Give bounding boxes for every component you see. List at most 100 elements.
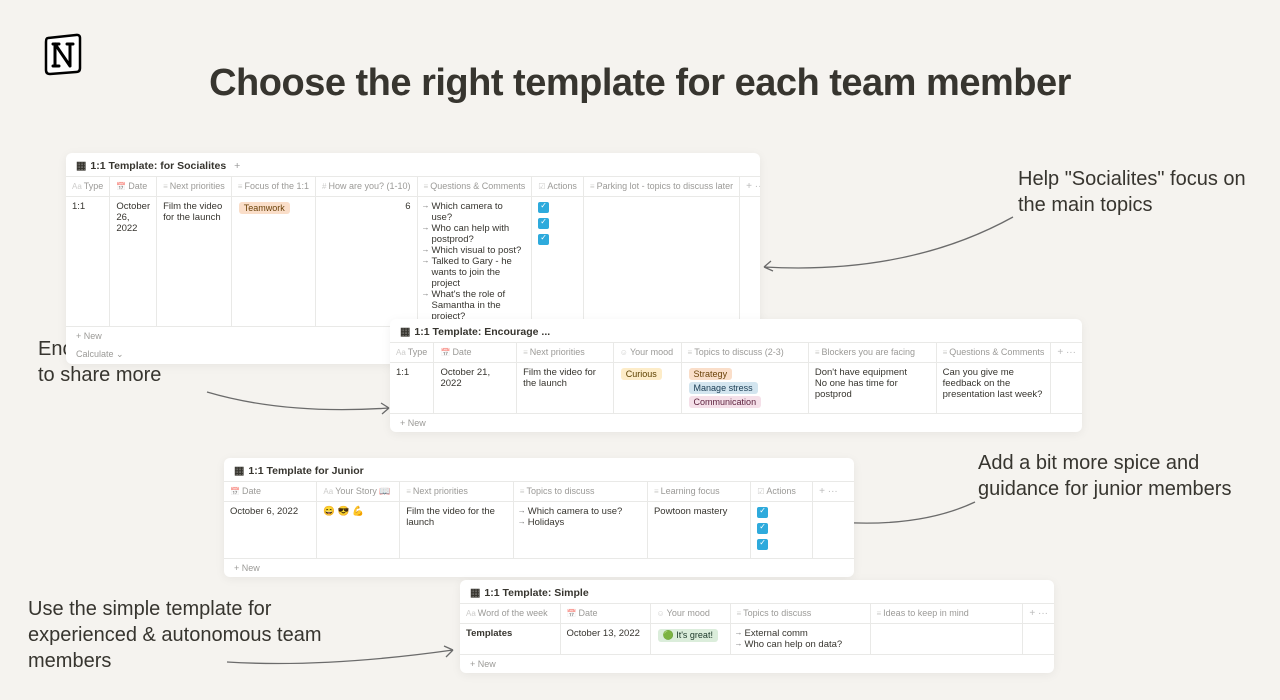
card-simple: ▦ 1:1 Template: Simple AaWord of the wee…	[460, 580, 1054, 673]
col-learning[interactable]: ≡Learning focus	[647, 482, 750, 502]
col-focus[interactable]: ≡Focus of the 1:1	[231, 177, 315, 197]
tag-communication: Communication	[689, 396, 762, 408]
card-title-text: 1:1 Template: Encourage ...	[414, 326, 550, 338]
arrow-reserved	[205, 390, 395, 420]
card-title-text: 1:1 Template: Simple	[484, 587, 588, 599]
cell-word[interactable]: Templates	[460, 624, 560, 655]
cell-date[interactable]: October 26, 2022	[110, 197, 157, 327]
cell-ideas[interactable]	[870, 624, 1023, 655]
page-title: Choose the right template for each team …	[0, 0, 1280, 105]
arrow-simple	[225, 640, 460, 670]
cell-priorities[interactable]: Film the video for the launch	[400, 502, 514, 559]
cell-type[interactable]: 1:1	[66, 197, 110, 327]
col-date[interactable]: 📅Date	[560, 604, 650, 624]
cell-story[interactable]: 😄 😎 💪	[317, 502, 400, 559]
add-view-icon[interactable]: +	[234, 160, 240, 172]
col-add[interactable]: + ···	[813, 482, 854, 502]
checkbox-icon[interactable]	[538, 234, 549, 245]
tag-great: 🟢 It's great!	[658, 629, 718, 642]
col-topics[interactable]: ≡Topics to discuss	[730, 604, 870, 624]
cell-focus[interactable]: Teamwork	[231, 197, 315, 327]
col-score[interactable]: #How are you? (1-10)	[316, 177, 418, 197]
col-add[interactable]: + ···	[1023, 604, 1054, 624]
table-icon: ▦	[470, 586, 480, 599]
card-title-text: 1:1 Template for Junior	[248, 465, 363, 477]
table-row[interactable]: Templates October 13, 2022 🟢 It's great!…	[460, 624, 1054, 655]
col-add[interactable]: + ···	[740, 177, 760, 197]
col-topics[interactable]: ≡Topics to discuss (2-3)	[681, 343, 808, 363]
checkbox-icon[interactable]	[757, 507, 768, 518]
socialites-table: AaType 📅Date ≡Next priorities ≡Focus of …	[66, 176, 760, 327]
cell-questions[interactable]: Which camera to use? Who can help with p…	[417, 197, 532, 327]
col-add[interactable]: + ···	[1051, 343, 1082, 363]
card-title-junior[interactable]: ▦ 1:1 Template for Junior	[224, 458, 854, 481]
cell-date[interactable]: October 6, 2022	[224, 502, 317, 559]
col-date[interactable]: 📅Date	[224, 482, 317, 502]
tag-curious: Curious	[621, 368, 662, 380]
notion-logo	[40, 30, 88, 78]
new-row-button[interactable]: + New	[390, 414, 1082, 432]
card-title-text: 1:1 Template: for Socialites	[90, 160, 226, 172]
cell-mood[interactable]: 🟢 It's great!	[650, 624, 730, 655]
card-title-socialites[interactable]: ▦ 1:1 Template: for Socialites +	[66, 153, 760, 176]
table-icon: ▦	[76, 159, 86, 172]
cell-score[interactable]: 6	[316, 197, 418, 327]
col-topics[interactable]: ≡Topics to discuss	[513, 482, 647, 502]
cell-topics[interactable]: Strategy Manage stress Communication	[681, 363, 808, 414]
cell-blockers[interactable]: Don't have equipment No one has time for…	[808, 363, 936, 414]
cell-mood[interactable]: Curious	[613, 363, 681, 414]
cell-feedback[interactable]: Can you give me feedback on the presenta…	[936, 363, 1051, 414]
junior-table: 📅Date AaYour Story 📖 ≡Next priorities ≡T…	[224, 481, 854, 559]
col-actions[interactable]: ☑Actions	[532, 177, 584, 197]
new-row-button[interactable]: + New	[460, 655, 1054, 673]
annotation-socialites: Help "Socialites" focus on the main topi…	[1018, 166, 1268, 218]
col-type[interactable]: AaType	[66, 177, 110, 197]
col-type[interactable]: AaType	[390, 343, 434, 363]
encourage-table: AaType 📅Date ≡Next priorities ☺Your mood…	[390, 342, 1082, 414]
col-ideas[interactable]: ≡Ideas to keep in mind	[870, 604, 1023, 624]
new-row-button[interactable]: + New	[224, 559, 854, 577]
checkbox-icon[interactable]	[538, 202, 549, 213]
col-word[interactable]: AaWord of the week	[460, 604, 560, 624]
checkbox-icon[interactable]	[538, 218, 549, 229]
cell-parking[interactable]	[583, 197, 739, 327]
col-priorities[interactable]: ≡Next priorities	[517, 343, 614, 363]
cell-topics[interactable]: Which camera to use? Holidays	[513, 502, 647, 559]
table-row[interactable]: 1:1 October 26, 2022 Film the video for …	[66, 197, 760, 327]
card-title-simple[interactable]: ▦ 1:1 Template: Simple	[460, 580, 1054, 603]
col-date[interactable]: 📅Date	[434, 343, 517, 363]
cell-type[interactable]: 1:1	[390, 363, 434, 414]
col-date[interactable]: 📅Date	[110, 177, 157, 197]
cell-date[interactable]: October 13, 2022	[560, 624, 650, 655]
table-icon: ▦	[234, 464, 244, 477]
cell-priorities[interactable]: Film the video for the launch	[157, 197, 232, 327]
checkbox-icon[interactable]	[757, 523, 768, 534]
col-blockers[interactable]: ≡Blockers you are facing	[808, 343, 936, 363]
tag-stress: Manage stress	[689, 382, 758, 394]
cell-priorities[interactable]: Film the video for the launch	[517, 363, 614, 414]
table-icon: ▦	[400, 325, 410, 338]
arrow-socialites	[758, 215, 1018, 295]
col-priorities[interactable]: ≡Next priorities	[157, 177, 232, 197]
col-mood[interactable]: ☺Your mood	[613, 343, 681, 363]
card-encourage: ▦ 1:1 Template: Encourage ... AaType 📅Da…	[390, 319, 1082, 432]
col-parking[interactable]: ≡Parking lot - topics to discuss later	[583, 177, 739, 197]
table-row[interactable]: 1:1 October 21, 2022 Film the video for …	[390, 363, 1082, 414]
cell-actions[interactable]	[751, 502, 813, 559]
card-title-encourage[interactable]: ▦ 1:1 Template: Encourage ...	[390, 319, 1082, 342]
simple-table: AaWord of the week 📅Date ☺Your mood ≡Top…	[460, 603, 1054, 655]
card-junior: ▦ 1:1 Template for Junior 📅Date AaYour S…	[224, 458, 854, 577]
cell-actions[interactable]	[532, 197, 584, 327]
cell-date[interactable]: October 21, 2022	[434, 363, 517, 414]
col-feedback[interactable]: ≡Questions & Comments	[936, 343, 1051, 363]
col-actions[interactable]: ☑Actions	[751, 482, 813, 502]
cell-learning[interactable]: Powtoon mastery	[647, 502, 750, 559]
checkbox-icon[interactable]	[757, 539, 768, 550]
col-questions[interactable]: ≡Questions & Comments	[417, 177, 532, 197]
col-story[interactable]: AaYour Story 📖	[317, 482, 400, 502]
col-priorities[interactable]: ≡Next priorities	[400, 482, 514, 502]
col-mood[interactable]: ☺Your mood	[650, 604, 730, 624]
cell-topics[interactable]: External comm Who can help on data?	[730, 624, 870, 655]
tag-strategy: Strategy	[689, 368, 733, 380]
table-row[interactable]: October 6, 2022 😄 😎 💪 Film the video for…	[224, 502, 854, 559]
